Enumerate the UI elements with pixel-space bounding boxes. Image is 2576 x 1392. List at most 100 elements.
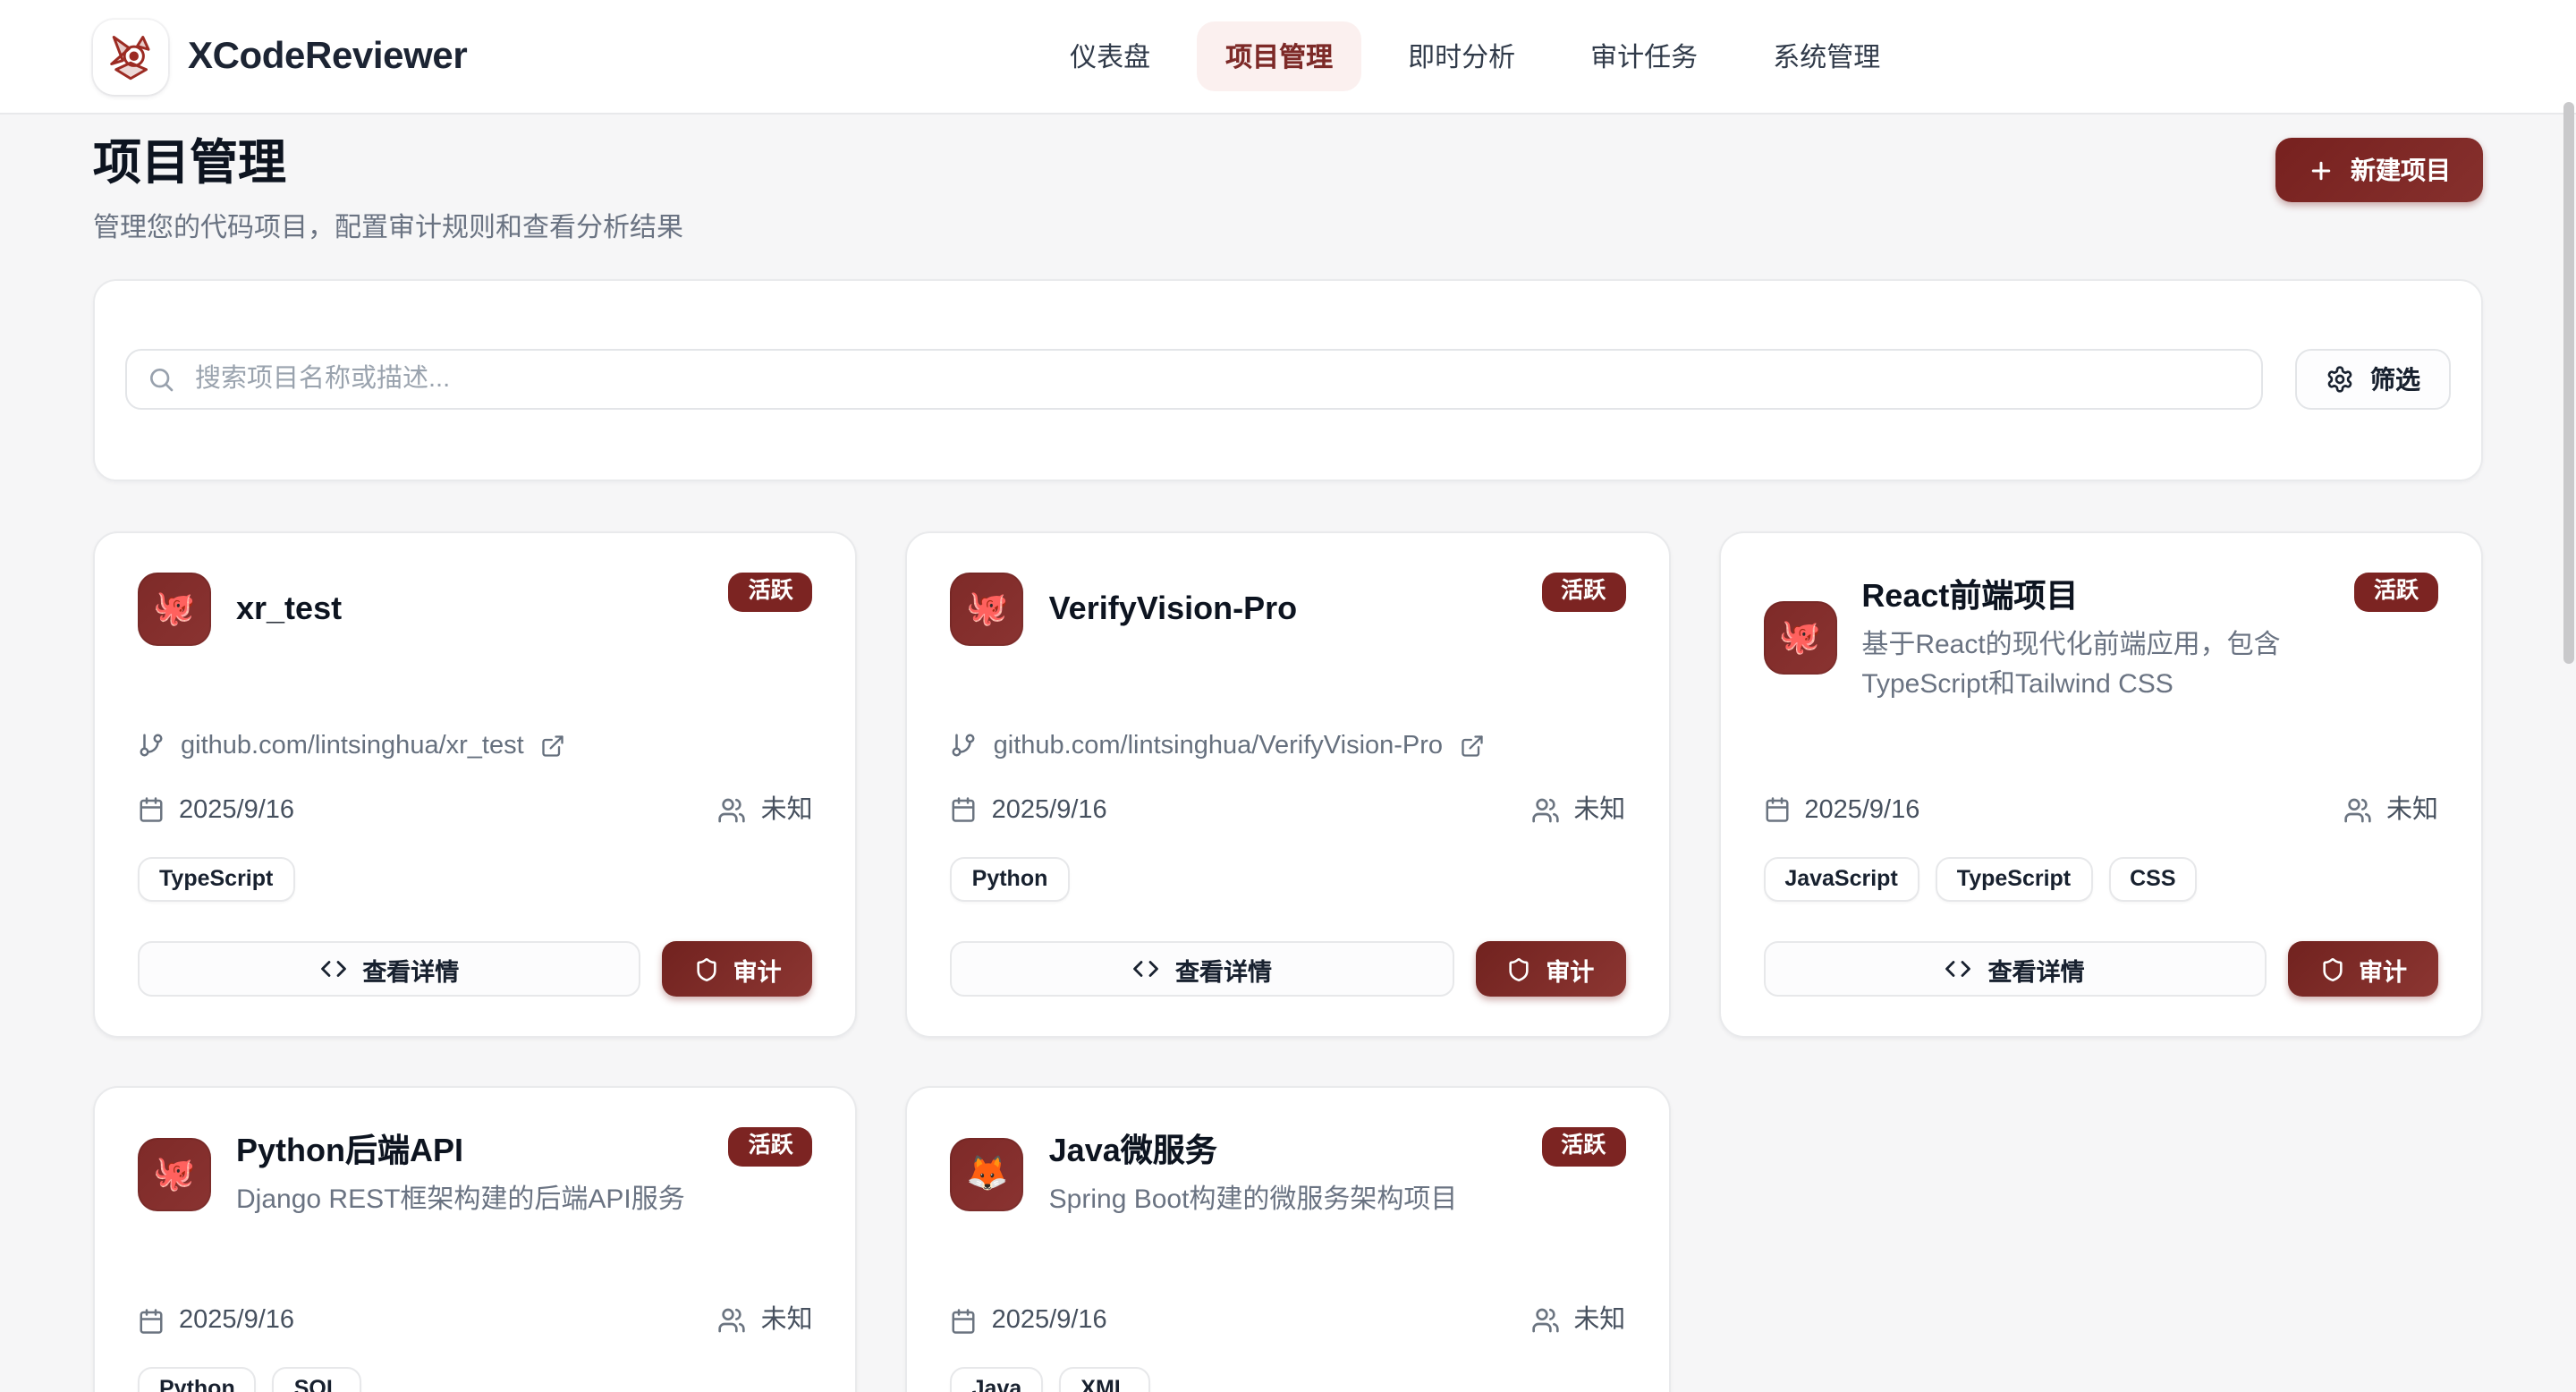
- project-date: 2025/9/16: [992, 1303, 1107, 1339]
- tag-java: Java: [951, 1368, 1044, 1392]
- project-avatar: 🐙: [138, 573, 211, 646]
- project-description: Django REST框架构建的后端API服务: [236, 1182, 685, 1221]
- meta-row: 2025/9/16 未知: [138, 1303, 813, 1339]
- tag-typescript: TypeScript: [138, 857, 294, 903]
- search-panel: 筛选: [93, 279, 2483, 481]
- project-owner: 未知: [1573, 793, 1625, 828]
- filter-button[interactable]: 筛选: [2295, 350, 2451, 411]
- project-card-verifyvision-pro: 活跃 🐙 VerifyVision-Pro github.com/lintsin…: [906, 531, 1671, 1039]
- project-card-java-microservice: 活跃 🦊 Java微服务 Spring Boot构建的微服务架构项目 2025/…: [906, 1087, 1671, 1392]
- meta-row: 2025/9/16 未知: [951, 1303, 1626, 1339]
- git-branch-icon: [138, 733, 165, 760]
- project-date: 2025/9/16: [1804, 793, 1919, 828]
- code-icon: [319, 956, 346, 983]
- project-owner: 未知: [2386, 793, 2438, 828]
- card-header: 🦊 Java微服务 Spring Boot构建的微服务架构项目: [951, 1128, 1626, 1221]
- project-title: React前端项目: [1861, 573, 2331, 619]
- calendar-icon: [138, 797, 165, 824]
- project-description: Spring Boot构建的微服务架构项目: [1049, 1182, 1458, 1221]
- users-icon: [1530, 796, 1559, 825]
- tag-sql: SQL: [273, 1368, 361, 1392]
- external-link-icon: [1459, 734, 1484, 759]
- audit-button[interactable]: 审计: [1475, 942, 1625, 997]
- actions-row: 查看详情 审计: [951, 942, 1626, 997]
- status-badge: 活跃: [1541, 573, 1625, 612]
- status-badge: 活跃: [2354, 573, 2438, 612]
- project-date: 2025/9/16: [179, 1303, 294, 1339]
- project-date: 2025/9/16: [992, 793, 1107, 828]
- calendar-icon: [1763, 797, 1790, 824]
- shield-icon: [2319, 957, 2344, 982]
- users-icon: [2343, 796, 2372, 825]
- calendar-icon: [138, 1308, 165, 1335]
- project-title: VerifyVision-Pro: [1049, 586, 1297, 632]
- app-logo-icon: [93, 19, 168, 94]
- status-badge: 活跃: [1541, 1128, 1625, 1167]
- page-subtitle: 管理您的代码项目，配置审计规则和查看分析结果: [93, 208, 683, 245]
- actions-row: 查看详情 审计: [1763, 942, 2438, 997]
- search-icon: [147, 366, 175, 395]
- project-avatar: 🐙: [138, 1138, 211, 1211]
- project-title: Java微服务: [1049, 1128, 1458, 1175]
- tags-row: TypeScript: [138, 857, 813, 903]
- plus-icon: [2308, 157, 2334, 183]
- gear-icon: [2326, 366, 2354, 395]
- tag-xml: XML: [1059, 1368, 1149, 1392]
- meta-row: 2025/9/16 未知: [138, 793, 813, 828]
- tag-python: Python: [951, 857, 1070, 903]
- tag-typescript: TypeScript: [1936, 857, 2092, 903]
- card-header: 🐙 Python后端API Django REST框架构建的后端API服务: [138, 1128, 813, 1221]
- project-card-python-backend-api: 活跃 🐙 Python后端API Django REST框架构建的后端API服务…: [93, 1087, 858, 1392]
- nav-item-system[interactable]: 系统管理: [1744, 21, 1909, 91]
- card-header: 🐙 xr_test: [138, 573, 813, 646]
- project-date: 2025/9/16: [179, 793, 294, 828]
- project-grid: 活跃 🐙 xr_test github.com/lintsinghua/xr_t…: [93, 531, 2483, 1392]
- tag-css: CSS: [2108, 857, 2197, 903]
- nav-item-projects[interactable]: 项目管理: [1197, 21, 1361, 91]
- nav-item-dashboard[interactable]: 仪表盘: [1041, 21, 1179, 91]
- card-header: 🐙 VerifyVision-Pro: [951, 573, 1626, 646]
- repo-url: github.com/lintsinghua/VerifyVision-Pro: [994, 728, 1443, 764]
- project-title: Python后端API: [236, 1128, 685, 1175]
- new-project-button[interactable]: 新建项目: [2275, 138, 2483, 202]
- actions-row: 查看详情 审计: [138, 942, 813, 997]
- vertical-scrollbar-thumb[interactable]: [2563, 102, 2574, 664]
- page-title: 项目管理: [93, 134, 683, 195]
- status-badge: 活跃: [729, 573, 813, 612]
- main-nav: 仪表盘项目管理即时分析审计任务系统管理: [467, 21, 2483, 91]
- project-avatar: 🐙: [951, 573, 1024, 646]
- project-description: 基于React的现代化前端应用，包含TypeScript和Tailwind CS…: [1861, 626, 2331, 705]
- view-details-button[interactable]: 查看详情: [1763, 942, 2267, 997]
- brand[interactable]: XCodeReviewer: [93, 19, 467, 94]
- project-avatar: 🦊: [951, 1138, 1024, 1211]
- tags-row: Python SQL: [138, 1368, 813, 1392]
- shield-icon: [1506, 957, 1531, 982]
- brand-name: XCodeReviewer: [188, 35, 467, 78]
- audit-button[interactable]: 审计: [663, 942, 813, 997]
- project-avatar: 🐙: [1763, 602, 1836, 675]
- repo-link[interactable]: github.com/lintsinghua/VerifyVision-Pro: [951, 728, 1484, 764]
- nav-item-instant-analysis[interactable]: 即时分析: [1379, 21, 1544, 91]
- tags-row: JavaScriptTypeScriptCSS: [1763, 857, 2438, 903]
- card-header: 🐙 React前端项目 基于React的现代化前端应用，包含TypeScript…: [1763, 573, 2438, 705]
- calendar-icon: [951, 1308, 978, 1335]
- view-details-button[interactable]: 查看详情: [951, 942, 1454, 997]
- users-icon: [1530, 1307, 1559, 1336]
- git-branch-icon: [951, 733, 978, 760]
- users-icon: [718, 796, 747, 825]
- search-input[interactable]: [125, 350, 2263, 411]
- users-icon: [718, 1307, 747, 1336]
- project-emoji-icon: 🐙: [153, 592, 195, 626]
- audit-button[interactable]: 审计: [2288, 942, 2438, 997]
- tag-python: Python: [138, 1368, 257, 1392]
- project-card-xr-test: 活跃 🐙 xr_test github.com/lintsinghua/xr_t…: [93, 531, 858, 1039]
- page-header: 项目管理 管理您的代码项目，配置审计规则和查看分析结果 新建项目: [93, 115, 2483, 245]
- repo-link[interactable]: github.com/lintsinghua/xr_test: [138, 728, 565, 764]
- shield-icon: [694, 957, 719, 982]
- view-details-button[interactable]: 查看详情: [138, 942, 641, 997]
- nav-item-audit-tasks[interactable]: 审计任务: [1562, 21, 1726, 91]
- app-root: XCodeReviewer 仪表盘项目管理即时分析审计任务系统管理 项目管理 管…: [0, 0, 2576, 1392]
- meta-row: 2025/9/16 未知: [1763, 793, 2438, 828]
- tags-row: Python: [951, 857, 1626, 903]
- project-owner: 未知: [761, 1303, 813, 1339]
